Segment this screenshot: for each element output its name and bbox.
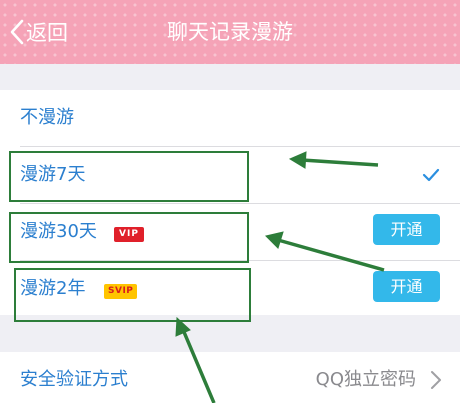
annotation-arrow xyxy=(175,316,216,403)
annotation-arrow xyxy=(265,231,385,272)
annotation-arrow xyxy=(288,151,379,169)
annotation-arrows xyxy=(175,151,385,403)
